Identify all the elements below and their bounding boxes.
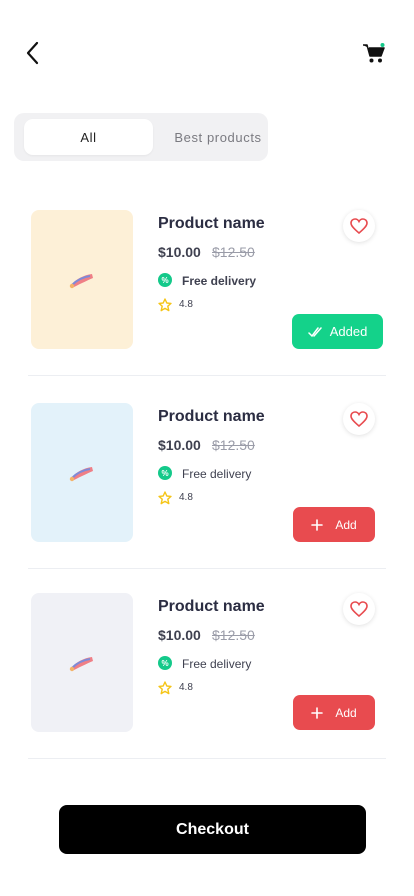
cart-button[interactable]: [362, 42, 386, 64]
discount-icon: %: [158, 466, 172, 480]
add-label: Add: [335, 517, 357, 532]
favorite-button[interactable]: [343, 593, 375, 625]
heart-icon: [350, 411, 368, 427]
chevron-left-icon: [26, 41, 39, 65]
star-icon: [158, 298, 172, 312]
product-rating: 4.8: [179, 299, 193, 310]
add-to-cart-button[interactable]: Add: [293, 695, 375, 730]
product-card: Product name $10.00 $12.50 % Free delive…: [28, 593, 386, 759]
star-icon: [158, 491, 172, 505]
product-card: Product name $10.00 $12.50 % Free delive…: [28, 403, 386, 569]
double-check-icon: [307, 326, 322, 337]
add-to-cart-button[interactable]: Add: [293, 507, 375, 542]
product-price: $10.00: [158, 244, 201, 260]
product-placeholder-icon: [69, 656, 93, 671]
delivery-label: Free delivery: [182, 657, 252, 671]
plus-icon: [311, 518, 324, 531]
back-button[interactable]: [22, 40, 44, 66]
product-rating: 4.8: [179, 682, 193, 693]
product-card: Product name $10.00 $12.50 % Free delive…: [28, 210, 386, 376]
product-name[interactable]: Product name: [158, 598, 265, 616]
product-old-price: $12.50: [212, 244, 255, 260]
product-image[interactable]: [31, 210, 133, 349]
plus-icon: [311, 706, 324, 719]
product-price: $10.00: [158, 627, 201, 643]
star-icon: [158, 681, 172, 695]
product-rating: 4.8: [179, 492, 193, 503]
favorite-button[interactable]: [343, 210, 375, 242]
product-filter-tabs: All Best products: [14, 113, 268, 161]
added-to-cart-button[interactable]: Added: [292, 314, 383, 349]
product-image[interactable]: [31, 403, 133, 542]
heart-icon: [350, 601, 368, 617]
tab-all[interactable]: All: [24, 119, 153, 155]
add-label: Add: [335, 705, 357, 720]
delivery-label: Free delivery: [182, 274, 257, 288]
product-placeholder-icon: [69, 466, 93, 481]
checkout-button[interactable]: Checkout: [59, 805, 366, 854]
tab-best-products[interactable]: Best products: [159, 119, 277, 155]
product-name[interactable]: Product name: [158, 408, 265, 426]
heart-icon: [350, 218, 368, 234]
discount-icon: %: [158, 656, 172, 670]
product-name[interactable]: Product name: [158, 215, 265, 233]
product-placeholder-icon: [69, 273, 93, 288]
delivery-label: Free delivery: [182, 467, 252, 481]
product-old-price: $12.50: [212, 437, 255, 453]
product-image[interactable]: [31, 593, 133, 732]
discount-icon: %: [158, 273, 172, 287]
favorite-button[interactable]: [343, 403, 375, 435]
added-label: Added: [329, 324, 368, 339]
product-old-price: $12.50: [212, 627, 255, 643]
cart-icon: [363, 43, 385, 63]
cart-badge: [380, 43, 385, 47]
product-price: $10.00: [158, 437, 201, 453]
